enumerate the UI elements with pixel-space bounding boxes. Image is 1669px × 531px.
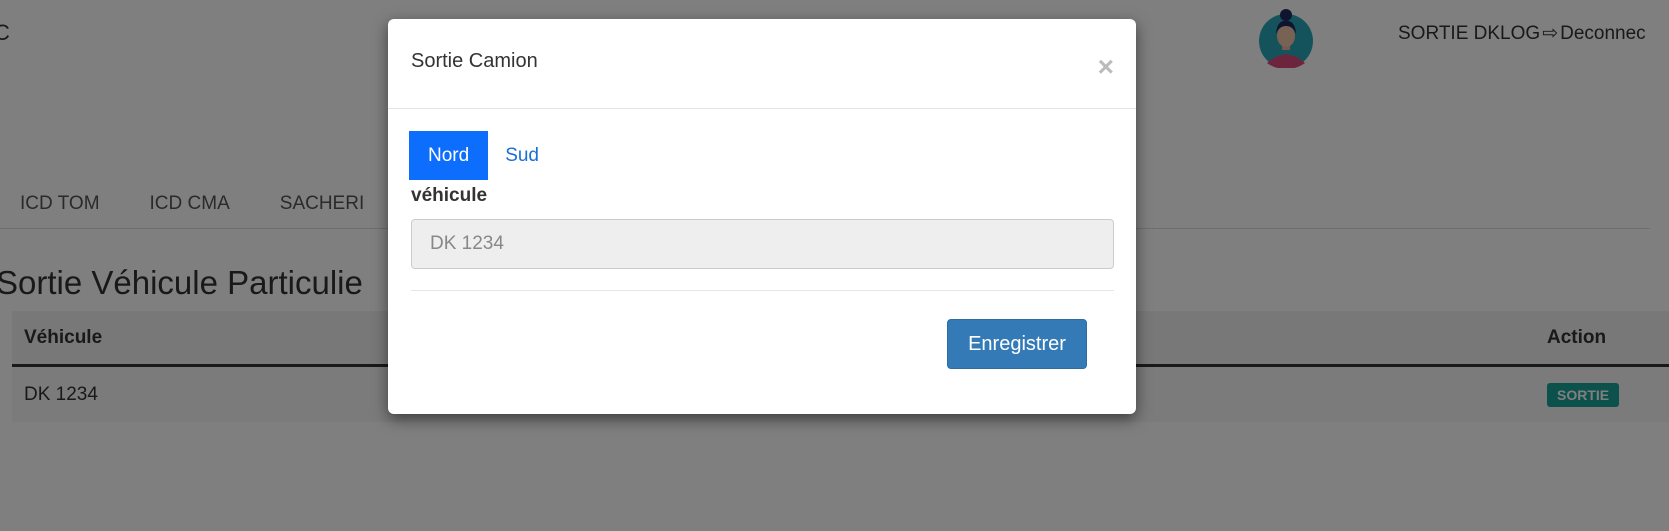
- modal-divider: [411, 290, 1114, 291]
- vehicule-input[interactable]: [411, 219, 1114, 269]
- vehicule-label: véhicule: [411, 185, 488, 206]
- direction-tabs: Nord Sud: [409, 131, 556, 180]
- modal-header: Sortie Camion ×: [388, 19, 1136, 109]
- tab-sud[interactable]: Sud: [488, 131, 556, 180]
- close-icon[interactable]: ×: [1098, 53, 1114, 81]
- tab-nord[interactable]: Nord: [409, 131, 489, 180]
- sortie-camion-modal: Sortie Camion × Nord Sud véhicule Enregi…: [388, 19, 1136, 414]
- modal-title: Sortie Camion: [411, 50, 538, 72]
- save-button[interactable]: Enregistrer: [947, 319, 1087, 369]
